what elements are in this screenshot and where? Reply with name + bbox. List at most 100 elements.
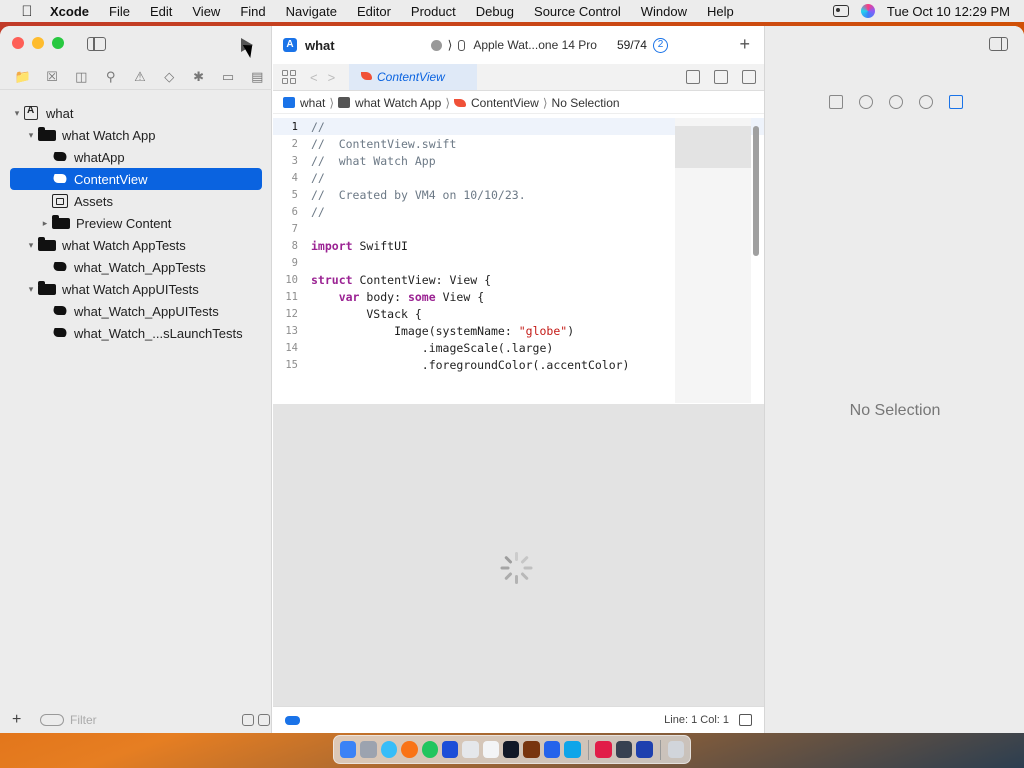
instruments-icon[interactable]	[523, 741, 540, 758]
accessibility-inspector-icon[interactable]	[919, 95, 933, 109]
preview-mode-icon[interactable]	[285, 715, 300, 725]
close-window-button[interactable]	[12, 37, 24, 49]
add-library-button[interactable]: +	[739, 34, 750, 55]
minimap[interactable]	[675, 118, 751, 403]
debug-navigator-icon[interactable]: ✱	[184, 69, 213, 85]
quick-help-icon[interactable]	[889, 95, 903, 109]
tree-item[interactable]: ▾ what Watch AppTests	[10, 234, 262, 256]
disclosure-closed-icon[interactable]: ▸	[38, 218, 52, 229]
trash-icon[interactable]	[667, 741, 684, 758]
tree-item[interactable]: Assets	[10, 190, 262, 212]
source-control-filter-icon[interactable]	[258, 713, 270, 726]
menu-find[interactable]: Find	[240, 4, 265, 19]
tree-item[interactable]: ▾ what	[10, 102, 262, 124]
tab-contentview[interactable]: ContentView	[349, 64, 477, 90]
tree-item[interactable]: ▾ what Watch AppUITests	[10, 278, 262, 300]
find-navigator-icon[interactable]: ⚲	[96, 69, 125, 85]
project-navigator-icon[interactable]: 📁	[8, 69, 37, 85]
menu-product[interactable]: Product	[411, 4, 456, 19]
editor-scrollbar[interactable]	[753, 126, 759, 256]
line-number: 9	[291, 256, 298, 269]
launchpad-icon[interactable]	[360, 741, 377, 758]
back-forward-icon[interactable]: <>	[310, 70, 345, 85]
finder-icon[interactable]	[340, 741, 357, 758]
issue-navigator-icon[interactable]: ⚠	[125, 69, 154, 85]
related-items-icon[interactable]	[282, 70, 296, 84]
inspector-toggle-icon[interactable]	[989, 37, 1008, 51]
filter-options-icon[interactable]	[40, 713, 64, 726]
window-controls	[12, 37, 64, 49]
disclosure-open-icon[interactable]: ▾	[24, 130, 38, 141]
apple-menu-icon[interactable]: 	[18, 3, 36, 20]
menu-navigate[interactable]: Navigate	[286, 4, 337, 19]
code-token: some	[407, 289, 436, 304]
preview-canvas[interactable]	[273, 404, 764, 732]
reality-composer-icon[interactable]	[595, 741, 612, 758]
menu-debug[interactable]: Debug	[476, 4, 514, 19]
menu-window[interactable]: Window	[641, 4, 687, 19]
debug-area-toggle-icon[interactable]	[739, 714, 752, 726]
vscode-icon[interactable]	[543, 741, 561, 758]
recent-files-icon[interactable]	[242, 713, 254, 726]
firefox-icon[interactable]	[401, 741, 418, 758]
piano-app-icon[interactable]	[615, 741, 633, 758]
breadcrumb-item[interactable]: ContentView	[471, 96, 539, 110]
source-control-navigator-icon[interactable]: ☒	[37, 69, 66, 85]
minimize-window-button[interactable]	[32, 37, 44, 49]
filter-input[interactable]: Filter	[40, 712, 270, 728]
tree-item[interactable]: ▾ what Watch App	[10, 124, 262, 146]
editor-options-icon[interactable]	[714, 70, 728, 84]
activity-badge[interactable]: 2	[652, 37, 668, 53]
system-settings-icon[interactable]	[462, 741, 479, 758]
menu-app-name[interactable]: Xcode	[50, 4, 89, 19]
safari-icon[interactable]	[380, 741, 398, 758]
swift-file-icon	[52, 150, 68, 164]
skype-icon[interactable]	[564, 741, 581, 758]
tree-item[interactable]: what_Watch_AppTests	[10, 256, 262, 278]
menu-view[interactable]: View	[192, 4, 220, 19]
attributes-inspector-icon[interactable]	[949, 95, 963, 109]
xcode-window: 📁 ☒ ◫ ⚲ ⚠ ◇ ✱ ▭ ▤ ▾what▾what Watch Appwh…	[0, 26, 1024, 733]
breadcrumb-item[interactable]: what Watch App	[355, 96, 441, 110]
disclosure-open-icon[interactable]: ▾	[24, 240, 38, 251]
dock-separator	[587, 739, 589, 760]
sidebar-toggle-icon[interactable]	[87, 37, 106, 51]
menubar-clock[interactable]: Tue Oct 10 12:29 PM	[887, 4, 1010, 19]
add-file-icon[interactable]: +	[12, 711, 30, 729]
tree-item[interactable]: whatApp	[10, 146, 262, 168]
code-editor[interactable]: 1 // 2 // ContentView.swift 3 // what Watch A…	[273, 118, 764, 403]
tree-item-label: what	[46, 105, 74, 121]
breakpoint-navigator-icon[interactable]: ▭	[213, 69, 242, 85]
file-inspector-icon[interactable]	[829, 95, 843, 109]
tree-item[interactable]: what_Watch_AppUITests	[10, 300, 262, 322]
disclosure-open-icon[interactable]: ▾	[24, 284, 38, 295]
menu-edit[interactable]: Edit	[150, 4, 172, 19]
terminal-icon[interactable]	[503, 741, 520, 758]
minimap-visible-region[interactable]	[675, 126, 751, 168]
tree-item[interactable]: ▸ Preview Content	[10, 212, 262, 234]
zoom-window-button[interactable]	[52, 37, 64, 49]
control-center-icon[interactable]	[832, 5, 849, 17]
report-navigator-icon[interactable]: ▤	[243, 69, 272, 85]
tree-item[interactable]: ContentView	[10, 168, 262, 190]
breadcrumb-item[interactable]: No Selection	[552, 96, 620, 110]
test-navigator-icon[interactable]: ◇	[155, 69, 184, 85]
tree-item[interactable]: what_Watch_...sLaunchTests	[10, 322, 262, 344]
menu-help[interactable]: Help	[707, 4, 734, 19]
chrome-icon[interactable]	[421, 741, 438, 758]
menu-source-control[interactable]: Source Control	[534, 4, 621, 19]
code-review-icon[interactable]	[686, 70, 700, 84]
history-inspector-icon[interactable]	[859, 95, 873, 109]
breadcrumb-item[interactable]: what	[300, 96, 325, 110]
xcode-dock-icon[interactable]	[636, 741, 653, 758]
scheme-selector[interactable]: ⟩ Apple Wat...one 14 Pro	[430, 38, 597, 52]
textedit-icon[interactable]	[482, 741, 499, 758]
split-editor-icon[interactable]	[742, 70, 756, 84]
menu-editor[interactable]: Editor	[357, 4, 391, 19]
menu-file[interactable]: File	[109, 4, 130, 19]
symbol-navigator-icon[interactable]: ◫	[67, 69, 96, 85]
xcode-icon[interactable]	[441, 741, 459, 758]
line-number: 2	[291, 137, 298, 150]
disclosure-open-icon[interactable]: ▾	[10, 108, 24, 119]
siri-icon[interactable]	[860, 4, 875, 18]
